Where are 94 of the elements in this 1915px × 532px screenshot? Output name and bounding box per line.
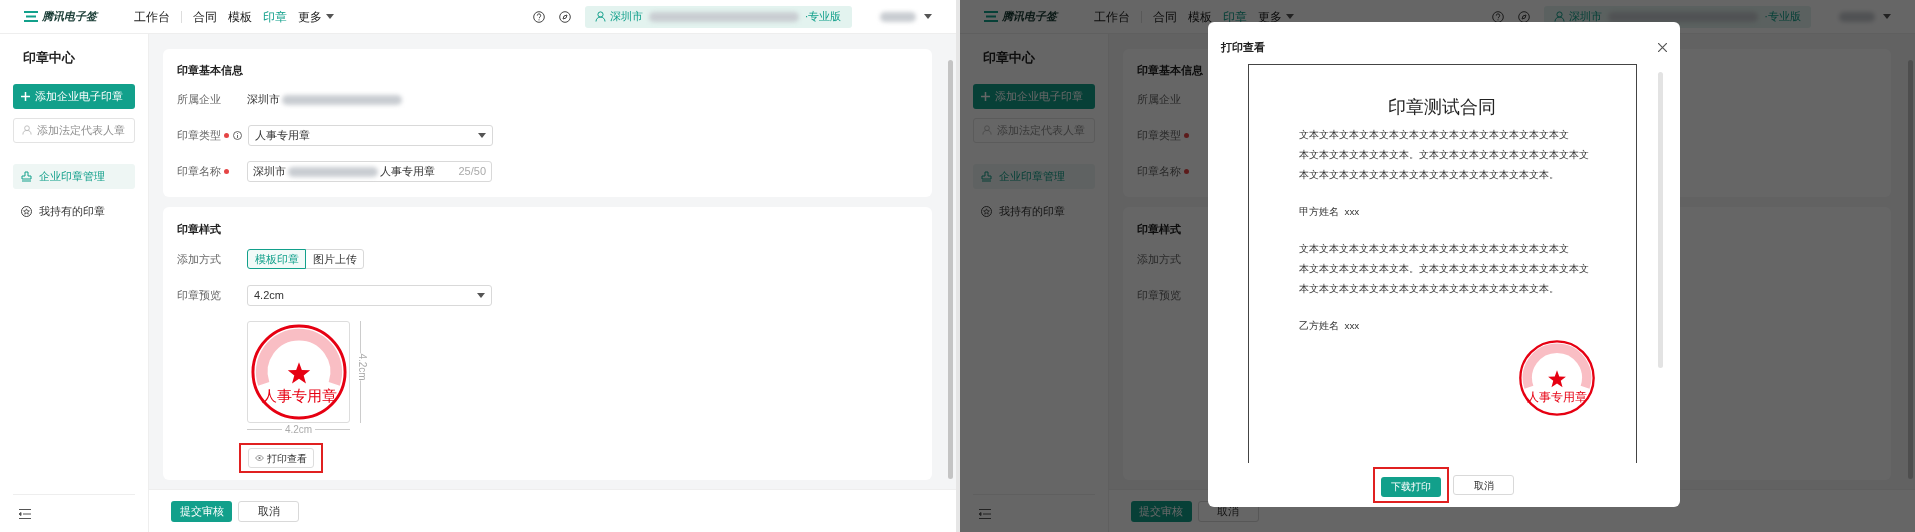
- nav-tab[interactable]: 工作台: [134, 7, 170, 26]
- help-icon[interactable]: [532, 10, 545, 23]
- stamp-icon: [980, 170, 992, 182]
- method-option[interactable]: 图片上传: [305, 249, 364, 269]
- plus-icon: [21, 91, 30, 101]
- nav-tab[interactable]: 更多: [298, 7, 334, 26]
- section-title: 印章样式: [177, 222, 222, 236]
- nav-tab[interactable]: 工作台: [1093, 7, 1130, 26]
- method-option[interactable]: 模板印章: [247, 249, 306, 269]
- seal-name-field[interactable]: 深圳市 人事专用章 25/50: [247, 161, 492, 182]
- nav-tab[interactable]: 模板: [1187, 7, 1212, 26]
- document-text-line: 本文本文本文本文本文本。文本文本文本文本文本文本文本文本文: [1298, 262, 1586, 276]
- organization-name: 深圳市: [1569, 9, 1603, 25]
- field-label: 印章预览: [177, 288, 221, 304]
- caret-icon: [478, 133, 486, 138]
- help-icon[interactable]: [1492, 10, 1505, 23]
- plus-icon: [980, 91, 990, 101]
- submit-button[interactable]: 提交审核: [1130, 500, 1192, 522]
- edition-label: ·专业版: [804, 9, 842, 25]
- nav-tab[interactable]: 合同: [1152, 7, 1177, 26]
- compass-icon[interactable]: [558, 10, 571, 23]
- edition-label: ·专业版: [1764, 9, 1801, 25]
- field-label: 添加方式: [177, 251, 221, 267]
- download-print-button[interactable]: 下载打印: [1381, 476, 1441, 497]
- eye-icon: [255, 455, 264, 461]
- add-seal-button[interactable]: 添加企业电子印章: [13, 83, 135, 109]
- document-text-line: 本文本文本文本文本文本。文本文本文本文本文本文本文本文本文: [1298, 148, 1586, 162]
- section-title: 印章基本信息: [177, 63, 244, 77]
- party-name: xxx: [1344, 319, 1360, 333]
- nav-tab[interactable]: 更多: [1257, 7, 1294, 26]
- seal-size-select[interactable]: 4.2cm: [247, 285, 492, 306]
- dialog-title: 打印查看: [1220, 39, 1265, 55]
- caret-icon: [1285, 14, 1294, 19]
- logo-text: 腾讯电子签: [1001, 9, 1057, 25]
- scrollbar[interactable]: [1657, 72, 1663, 368]
- sidebar-title: 印章中心: [982, 49, 1036, 67]
- logo-icon: [24, 11, 38, 22]
- caret-icon: [326, 14, 334, 19]
- document-text-line: 文本文本文本文本文本文本文本文本文本文本文本文本文本文: [1298, 128, 1570, 142]
- redaction: [879, 11, 916, 22]
- caret-icon: [477, 293, 485, 298]
- sidebar-item[interactable]: 企业印章管理: [972, 163, 1095, 189]
- document-title: 印章测试合同: [1388, 96, 1496, 119]
- add-seal-button[interactable]: 添加企业电子印章: [972, 83, 1095, 109]
- section-title: 印章基本信息: [1136, 63, 1204, 77]
- dimension-line: [247, 428, 282, 430]
- section-title: 印章样式: [1136, 222, 1182, 236]
- logo-text: 腾讯电子签: [42, 9, 97, 25]
- print-preview-button[interactable]: 打印查看: [248, 448, 314, 468]
- field-label: 所属企业: [177, 92, 221, 108]
- party-label: 甲方姓名: [1298, 205, 1339, 219]
- sidebar-item[interactable]: 企业印章管理: [13, 163, 135, 189]
- character-count: 25/50: [458, 164, 486, 180]
- sidebar-item[interactable]: 我持有的印章: [13, 198, 135, 224]
- field-label: 印章名称: [177, 164, 221, 180]
- person-icon: [594, 11, 606, 22]
- star-badge-icon: [980, 205, 992, 217]
- party-name: xxx: [1344, 205, 1360, 219]
- person-icon: [981, 125, 992, 135]
- caret-icon: [923, 14, 932, 19]
- document-text-line: 本文本文本文本文本文本文本文本文本文本文本文本文本。: [1298, 168, 1560, 182]
- star-badge-icon: [21, 205, 32, 217]
- dimension-label: 4.2cm: [283, 422, 314, 437]
- seal-name-suffix: 人事专用章: [380, 164, 435, 180]
- seal-type-select[interactable]: 人事专用章: [248, 125, 493, 146]
- nav-tab[interactable]: 合同: [193, 7, 217, 26]
- nav-tab[interactable]: 模板: [228, 7, 252, 26]
- menu-icon[interactable]: [19, 508, 31, 519]
- party-label: 乙方姓名: [1298, 319, 1339, 333]
- field-label: 印章类型: [177, 128, 221, 144]
- sidebar-title: 印章中心: [23, 49, 76, 67]
- organization-name: 深圳市: [609, 9, 643, 25]
- stamp-icon: [21, 170, 32, 182]
- cancel-button[interactable]: 取消: [238, 500, 299, 522]
- close-icon[interactable]: [1657, 42, 1667, 52]
- nav-tab[interactable]: 印章: [263, 7, 287, 26]
- dimension-line: [315, 428, 350, 430]
- logo-icon: [983, 11, 998, 22]
- caret-icon: [1883, 14, 1891, 19]
- dialog-cancel-button[interactable]: 取消: [1453, 475, 1514, 495]
- nav-tab[interactable]: 印章: [1222, 7, 1247, 26]
- organization-badge[interactable]: 深圳市 ·专业版: [1544, 5, 1811, 28]
- seal-name-prefix: 深圳市: [253, 164, 286, 180]
- document-text-line: 本文本文本文本文本文本文本文本文本文本文本文本文本。: [1298, 282, 1560, 296]
- info-icon: [233, 131, 242, 140]
- scrollbar[interactable]: [948, 60, 953, 479]
- person-icon: [22, 125, 32, 135]
- submit-button[interactable]: 提交审核: [171, 500, 232, 522]
- sidebar-item[interactable]: 我持有的印章: [972, 198, 1095, 224]
- compass-icon[interactable]: [1518, 10, 1531, 23]
- organization-badge[interactable]: 深圳市 ·专业版: [584, 5, 852, 28]
- company-name: 深圳市: [247, 92, 280, 108]
- document-text-line: 文本文本文本文本文本文本文本文本文本文本文本文本文本文: [1298, 242, 1570, 256]
- person-icon: [1554, 11, 1566, 22]
